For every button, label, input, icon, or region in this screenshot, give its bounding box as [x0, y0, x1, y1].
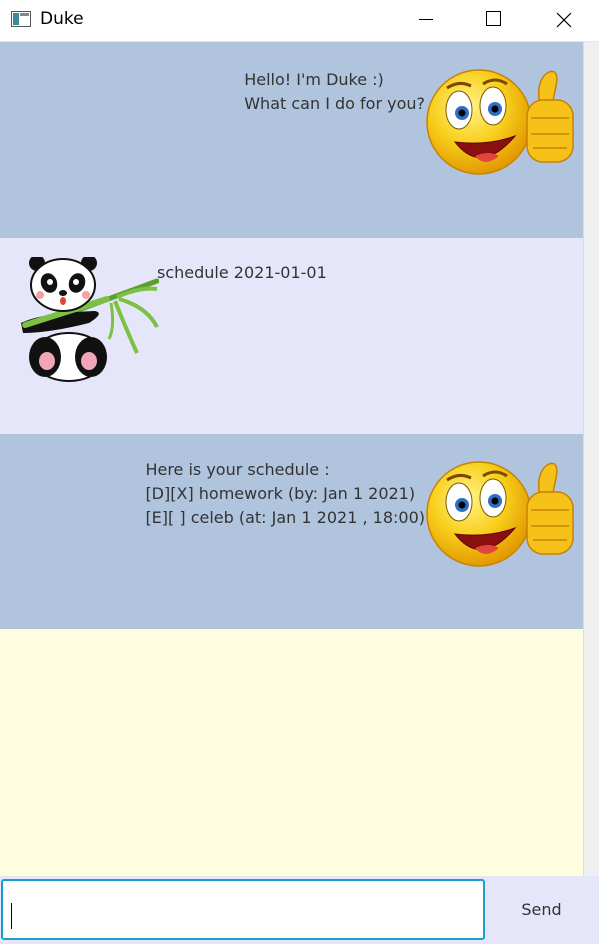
send-button[interactable]: Send — [489, 879, 594, 940]
message-input[interactable] — [1, 879, 485, 940]
thumbs-up-smiley-icon — [426, 461, 574, 567]
duke-message-row: Here is your schedule : [D][X] homework … — [0, 434, 583, 629]
thumbs-up-smiley-icon — [426, 69, 574, 175]
duke-message-text: Here is your schedule : [D][X] homework … — [145, 460, 425, 527]
duke-message-text: Hello! I'm Duke :) What can I do for you… — [244, 70, 425, 113]
chat-scroll-pane[interactable]: Hello! I'm Duke :) What can I do for you… — [0, 42, 583, 876]
minimize-button[interactable] — [402, 0, 448, 40]
app-window-icon — [11, 11, 31, 27]
input-bar: Send — [0, 876, 599, 944]
maximize-button[interactable] — [470, 0, 516, 40]
user-message-row: schedule 2021-01-01 — [0, 238, 583, 434]
window-title: Duke — [40, 9, 84, 29]
text-caret — [11, 903, 12, 929]
close-button[interactable] — [540, 0, 586, 40]
panda-with-bamboo-icon — [21, 257, 159, 382]
user-message-text: schedule 2021-01-01 — [157, 263, 327, 282]
close-icon — [556, 12, 572, 28]
vertical-scrollbar[interactable] — [583, 42, 599, 876]
duke-message-row: Hello! I'm Duke :) What can I do for you… — [0, 42, 583, 238]
title-bar: Duke — [0, 0, 599, 42]
